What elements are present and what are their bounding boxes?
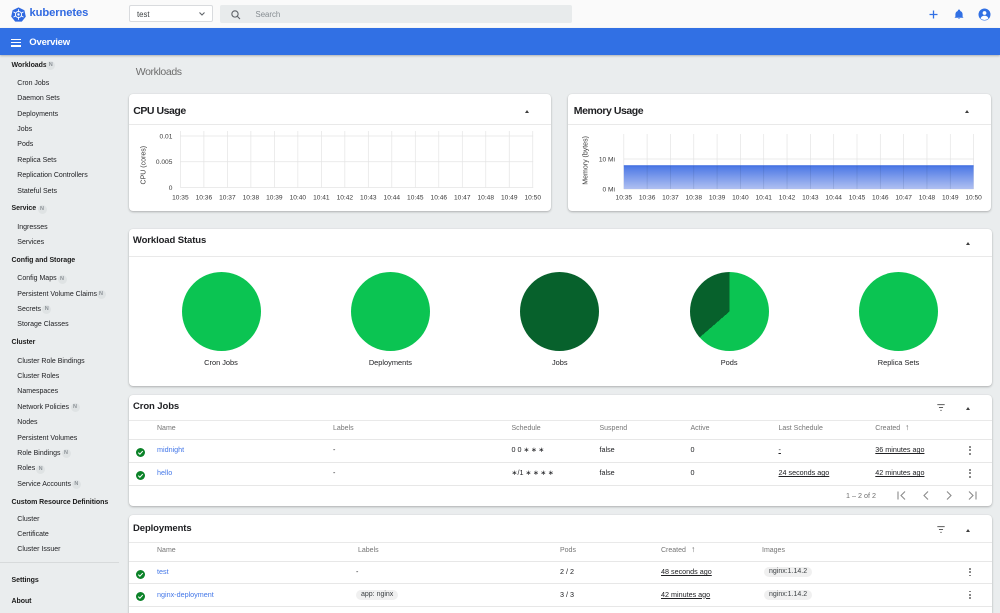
svg-text:10:46: 10:46 [872, 195, 889, 202]
svg-text:0.005: 0.005 [155, 159, 172, 166]
svg-text:10:38: 10:38 [242, 195, 259, 202]
svg-text:10:36: 10:36 [195, 195, 212, 202]
svg-text:10:42: 10:42 [336, 195, 353, 202]
svg-text:10:39: 10:39 [709, 195, 726, 202]
svg-text:10:39: 10:39 [266, 195, 283, 202]
svg-text:10:45: 10:45 [407, 195, 424, 202]
svg-text:10:35: 10:35 [616, 195, 633, 202]
svg-text:Memory (bytes): Memory (bytes) [583, 136, 590, 185]
svg-text:10:41: 10:41 [755, 195, 772, 202]
svg-text:10:35: 10:35 [172, 195, 189, 202]
svg-text:0 Mi: 0 Mi [603, 186, 616, 193]
svg-text:10:45: 10:45 [849, 195, 866, 202]
svg-text:10:50: 10:50 [965, 195, 982, 202]
svg-text:10:49: 10:49 [942, 195, 959, 202]
svg-text:10:46: 10:46 [430, 195, 447, 202]
svg-text:10:47: 10:47 [454, 195, 471, 202]
svg-text:10:37: 10:37 [219, 195, 236, 202]
svg-text:10:36: 10:36 [639, 195, 656, 202]
svg-text:10 Mi: 10 Mi [599, 156, 616, 163]
svg-text:0.01: 0.01 [159, 133, 172, 140]
svg-text:10:47: 10:47 [895, 195, 912, 202]
svg-text:10:38: 10:38 [686, 195, 703, 202]
svg-text:10:40: 10:40 [289, 195, 306, 202]
svg-text:10:41: 10:41 [313, 195, 330, 202]
svg-text:10:43: 10:43 [802, 195, 819, 202]
svg-text:10:37: 10:37 [662, 195, 679, 202]
svg-text:10:42: 10:42 [779, 195, 796, 202]
svg-text:0: 0 [168, 185, 172, 192]
svg-text:10:40: 10:40 [732, 195, 749, 202]
svg-text:CPU (cores): CPU (cores) [140, 146, 147, 185]
svg-text:10:44: 10:44 [383, 195, 400, 202]
svg-text:10:43: 10:43 [360, 195, 377, 202]
svg-text:10:44: 10:44 [825, 195, 842, 202]
svg-text:10:48: 10:48 [477, 195, 494, 202]
svg-text:10:50: 10:50 [524, 195, 541, 202]
svg-text:10:48: 10:48 [919, 195, 936, 202]
svg-text:10:49: 10:49 [501, 195, 518, 202]
